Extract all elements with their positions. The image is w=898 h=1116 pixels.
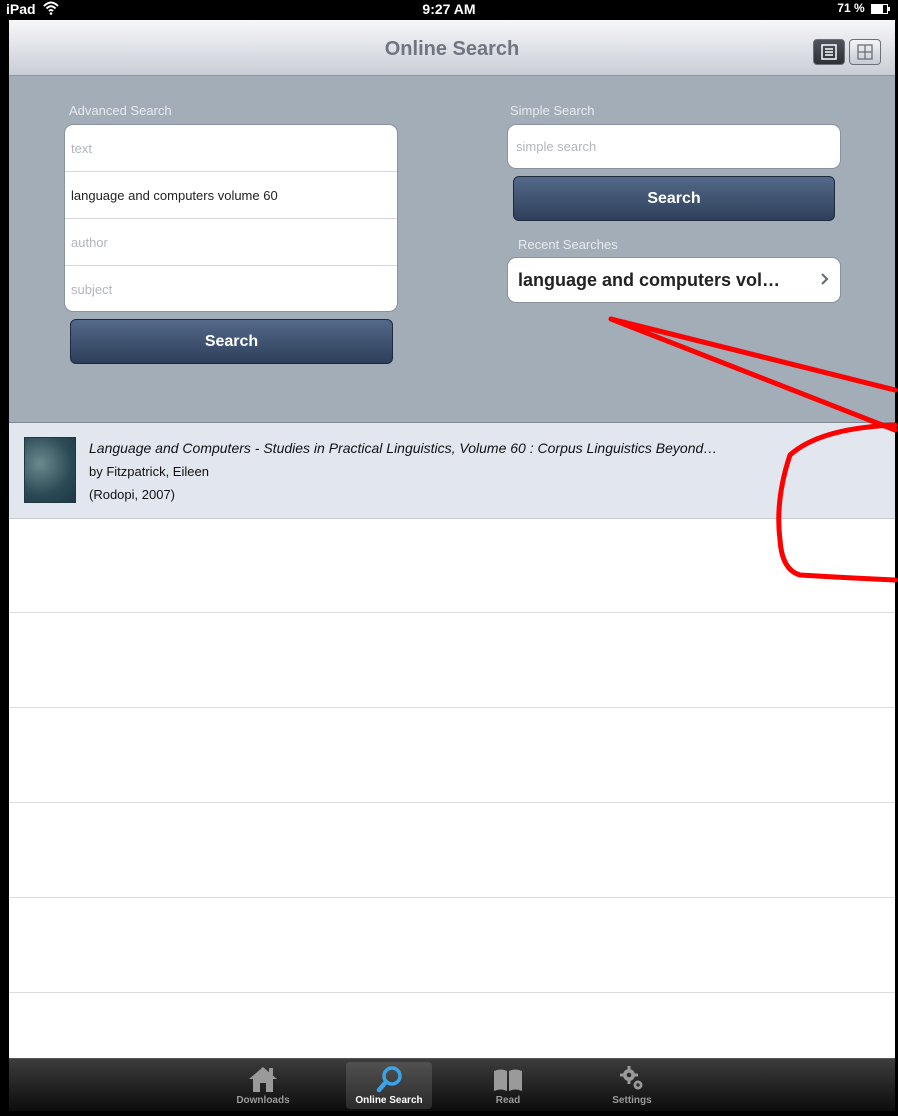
battery-icon: [871, 3, 890, 14]
subject-field-placeholder: subject: [71, 282, 113, 297]
simple-search-label: Simple Search: [510, 103, 595, 118]
tab-read[interactable]: Read: [465, 1062, 551, 1109]
status-bar: iPad 9:27 AM 71 %: [0, 0, 898, 20]
frame-left: [0, 0, 9, 1116]
result-row[interactable]: Language and Computers - Studies in Prac…: [9, 423, 895, 519]
title-field[interactable]: language and computers volume 60: [65, 172, 397, 219]
empty-list-row: [9, 803, 895, 898]
empty-list-row: [9, 518, 895, 613]
tab-bar: Downloads Online Search Read Settings: [9, 1058, 895, 1111]
magnifier-icon: [376, 1066, 402, 1093]
subject-field[interactable]: subject: [65, 266, 397, 311]
simple-search-placeholder: simple search: [516, 139, 597, 154]
battery-indicator: 71 %: [837, 1, 890, 15]
battery-percent: 71 %: [837, 1, 865, 15]
text-field-placeholder: text: [71, 140, 92, 156]
tab-downloads-label: Downloads: [236, 1095, 290, 1106]
advanced-search-fields: text language and computers volume 60 au…: [64, 124, 398, 312]
list-view-icon: [821, 44, 837, 60]
page-title: Online Search: [384, 38, 520, 60]
book-icon: [494, 1069, 522, 1091]
author-field[interactable]: author: [65, 219, 397, 266]
house-icon: [249, 1067, 277, 1092]
advanced-search-button[interactable]: Search: [70, 319, 393, 364]
recent-search-item[interactable]: language and computers vol…: [507, 257, 841, 303]
recent-searches-label: Recent Searches: [518, 237, 618, 252]
empty-list-row: [9, 613, 895, 708]
result-title: Language and Computers - Studies in Prac…: [89, 440, 718, 456]
list-view-button[interactable]: [813, 39, 845, 65]
chevron-right-icon: [820, 270, 830, 291]
simple-search-button[interactable]: Search: [513, 176, 835, 221]
search-panel: Advanced Search text language and comput…: [9, 76, 895, 423]
result-publisher: (Rodopi, 2007): [89, 487, 175, 502]
empty-list-row: [9, 898, 895, 993]
simple-search-input[interactable]: simple search: [507, 124, 841, 169]
advanced-search-label: Advanced Search: [69, 103, 172, 118]
tab-read-label: Read: [495, 1095, 521, 1106]
book-cover-thumbnail: [24, 437, 76, 503]
author-field-placeholder: author: [71, 234, 108, 250]
recent-search-text: language and computers vol…: [518, 269, 781, 290]
grid-view-button[interactable]: [849, 39, 881, 65]
status-time: 9:27 AM: [422, 1, 476, 17]
grid-view-icon: [857, 44, 873, 60]
tab-settings-label: Settings: [612, 1095, 652, 1106]
tab-online-search-label: Online Search: [355, 1095, 423, 1106]
tab-settings[interactable]: Settings: [589, 1062, 675, 1109]
result-author: by Fitzpatrick, Eileen: [89, 464, 209, 479]
empty-list-row: [9, 708, 895, 803]
nav-bar: Online Search: [9, 20, 895, 76]
text-field[interactable]: text: [65, 125, 397, 172]
tab-downloads[interactable]: Downloads: [220, 1062, 306, 1109]
title-field-value: language and computers volume 60: [71, 187, 278, 203]
gears-icon: [620, 1066, 643, 1090]
tab-online-search[interactable]: Online Search: [346, 1062, 432, 1109]
